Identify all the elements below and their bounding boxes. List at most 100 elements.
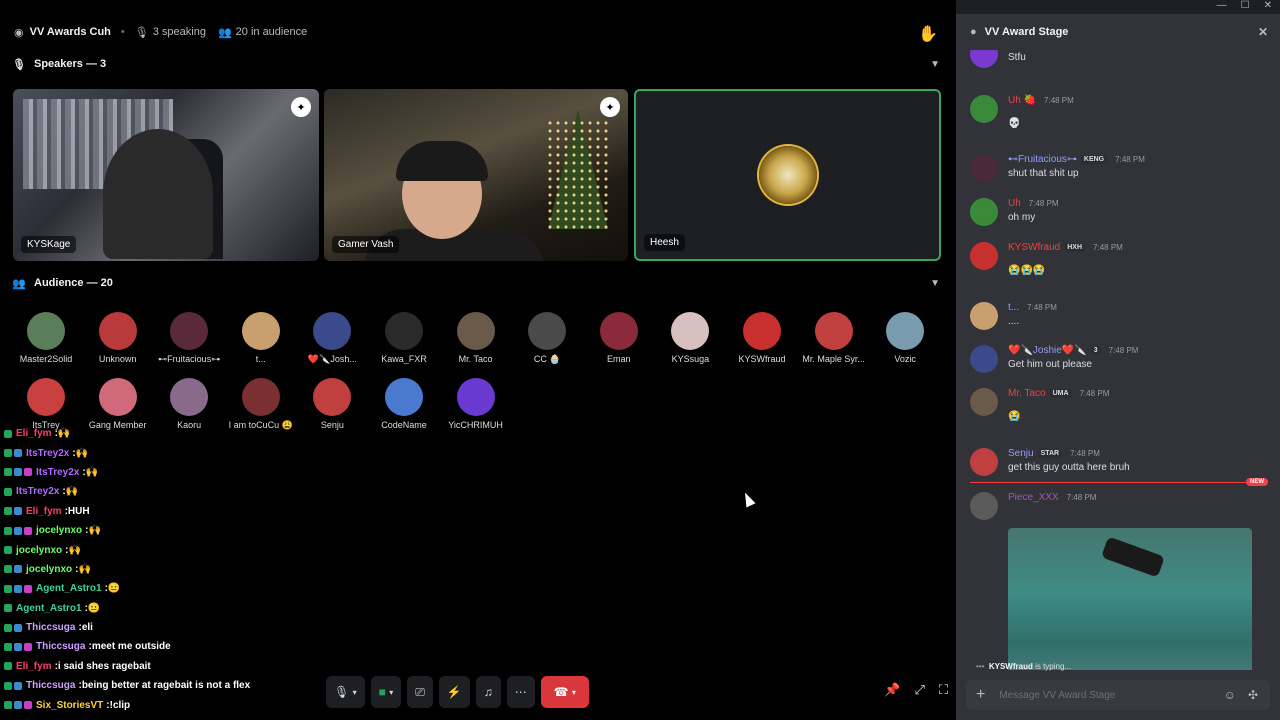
chat-message: being better at ragebait is not a flex: [81, 680, 251, 692]
camera-button[interactable]: ■ ▾: [370, 676, 402, 708]
chat-message: 🙌: [78, 563, 91, 575]
audience-name: CodeName: [381, 420, 427, 430]
chat-username[interactable]: jocelynxo: [16, 545, 62, 556]
audience-name: KYSWfraud: [738, 354, 786, 364]
close-window-icon[interactable]: ✕: [1264, 0, 1272, 11]
stage-header: ◉ VV Awards Cuh • 🎙 3 speaking 👥 20 in aud…: [0, 18, 956, 46]
speaking-count: 🎙 3 speaking: [134, 26, 206, 39]
popout-icon[interactable]: ⤢: [914, 682, 924, 698]
chevron-down-icon[interactable]: ▼: [930, 278, 940, 289]
audience-member[interactable]: ItsTrey: [10, 378, 82, 430]
mic-icon: 🎙: [12, 58, 26, 71]
chat-username[interactable]: Eli_fym: [26, 506, 62, 517]
chat-username[interactable]: Eli_fym: [16, 661, 52, 672]
audience-count: 👥 20 in audience: [217, 26, 308, 39]
camera-icon: ■: [378, 685, 386, 699]
message-author[interactable]: Senju: [1008, 448, 1034, 459]
audience-member[interactable]: Vozic: [869, 312, 941, 364]
message-author[interactable]: t...: [1008, 302, 1019, 313]
message-author[interactable]: Piece_XXX: [1008, 492, 1059, 503]
audience-member[interactable]: KYSWfraud: [726, 312, 798, 364]
message-text: 😭😭😭: [1008, 265, 1046, 276]
audience-member[interactable]: YicCHRIMUH: [440, 378, 512, 430]
audience-name: Master2Solid: [19, 354, 73, 364]
more-button[interactable]: ⋯: [506, 676, 535, 708]
leave-call-button[interactable]: ☎ ▾: [540, 676, 589, 708]
chevron-down-icon[interactable]: ▾: [572, 688, 576, 697]
message-author[interactable]: Mr. Taco: [1008, 388, 1046, 399]
maximize-icon[interactable]: ☐: [1241, 0, 1250, 11]
chevron-down-icon[interactable]: ▾: [353, 688, 357, 697]
message-composer[interactable]: + Message VV Award Stage ☺ ✣: [966, 680, 1270, 710]
window-controls: — ☐ ✕: [1217, 0, 1272, 11]
audience-member[interactable]: ⊷Fruitacious⊶: [153, 312, 225, 365]
plus-icon[interactable]: +: [976, 686, 985, 704]
speaker-tile-kyskage[interactable]: ✦ KYSKage: [13, 89, 319, 261]
chat-badge-icon: [4, 584, 12, 593]
avatar: [98, 312, 137, 350]
message-author[interactable]: ❤️🔪Joshie❤️🔪: [1008, 345, 1087, 356]
message-time: 7:48 PM: [1093, 243, 1123, 252]
mute-button[interactable]: 🎙 ▾: [326, 676, 365, 708]
audience-member[interactable]: Mr. Maple Syr...: [798, 312, 870, 364]
chat-username[interactable]: ItsTrey2x: [26, 448, 69, 459]
audience-member[interactable]: KYSsuga: [654, 312, 726, 364]
message-author[interactable]: KYSWfraud: [1008, 242, 1060, 253]
chat-username[interactable]: Thiccsuga: [26, 680, 75, 691]
activities-button[interactable]: ⚡: [438, 676, 470, 708]
pin-icon[interactable]: 📌: [884, 682, 900, 698]
speaker-name: KYSKage: [21, 236, 77, 253]
message-author[interactable]: Uh 🍓: [1008, 95, 1036, 106]
audience-member[interactable]: Unknown: [82, 312, 154, 364]
chevron-down-icon[interactable]: ▼: [930, 59, 940, 70]
chat-username[interactable]: Six_StoriesVT: [36, 700, 103, 711]
audience-member[interactable]: Senju: [296, 378, 368, 430]
audience-member[interactable]: Mr. Taco: [440, 312, 512, 364]
apps-icon[interactable]: ✣: [1248, 688, 1258, 702]
speaker-tile-heesh[interactable]: Heesh: [634, 89, 941, 261]
audience-member[interactable]: CC 🧁: [511, 312, 583, 365]
fullscreen-icon[interactable]: ⛶: [939, 682, 948, 698]
chat-username[interactable]: Thiccsuga: [26, 622, 75, 633]
audience-member[interactable]: Gang Member: [82, 378, 154, 430]
chat-line: Eli_fym: 🙌: [4, 424, 324, 443]
screen-share-button[interactable]: ⎚: [407, 676, 433, 708]
minimize-icon[interactable]: —: [1217, 0, 1227, 11]
chat-bubble-icon: ●: [970, 26, 977, 38]
message-author[interactable]: Uh: [1008, 198, 1021, 209]
audience-section-header[interactable]: 👥 Audience — 20 ▼: [12, 273, 944, 293]
phone-hangup-icon: ☎: [553, 685, 569, 699]
audience-member[interactable]: Master2Solid: [10, 312, 82, 364]
raise-hand-icon[interactable]: ✋: [918, 24, 938, 44]
audience-name: Mr. Maple Syr...: [802, 354, 865, 364]
audience-member[interactable]: t...: [225, 312, 297, 364]
chat-username[interactable]: jocelynxo: [26, 564, 72, 575]
speaker-tile-gamer-vash[interactable]: ✦ Gamer Vash: [324, 89, 628, 261]
close-icon[interactable]: ✕: [1258, 25, 1268, 39]
chat-username[interactable]: Eli_fym: [16, 428, 52, 439]
chat-username[interactable]: ItsTrey2x: [36, 467, 79, 478]
chat-username[interactable]: Thiccsuga: [36, 641, 85, 652]
chat-username[interactable]: jocelynxo: [36, 525, 82, 536]
chat-username[interactable]: Agent_Astro1: [36, 583, 102, 594]
people-icon: 👥: [217, 26, 232, 39]
soundboard-button[interactable]: ♫: [475, 676, 501, 708]
emoji-icon[interactable]: ☺: [1224, 688, 1236, 702]
audience-member[interactable]: Kawa_FXR: [368, 312, 440, 364]
chat-username[interactable]: Agent_Astro1: [16, 603, 82, 614]
audience-member[interactable]: Eman: [583, 312, 655, 364]
audience-member[interactable]: Kaoru: [153, 378, 225, 430]
chevron-down-icon[interactable]: ▾: [389, 688, 393, 697]
gif-attachment[interactable]: [1008, 528, 1252, 670]
speakers-section-header[interactable]: 🎙 Speakers — 3 ▼: [12, 54, 944, 74]
audience-member[interactable]: CodeName: [368, 378, 440, 430]
message-text: shut that shit up: [1008, 168, 1079, 179]
chat-badge-icon: [4, 487, 12, 496]
chat-username[interactable]: ItsTrey2x: [16, 486, 59, 497]
message-input[interactable]: Message VV Award Stage: [999, 690, 1115, 701]
header-separator: •: [120, 26, 125, 38]
audience-member[interactable]: ❤️🔪Josh...: [296, 312, 368, 365]
message-author[interactable]: ⊷Fruitacious⊶: [1008, 154, 1077, 165]
message-text: Stfu: [1008, 52, 1026, 63]
call-controls: 🎙 ▾ ■ ▾ ⎚ ⚡ ♫ ⋯ ☎ ▾: [326, 676, 589, 708]
